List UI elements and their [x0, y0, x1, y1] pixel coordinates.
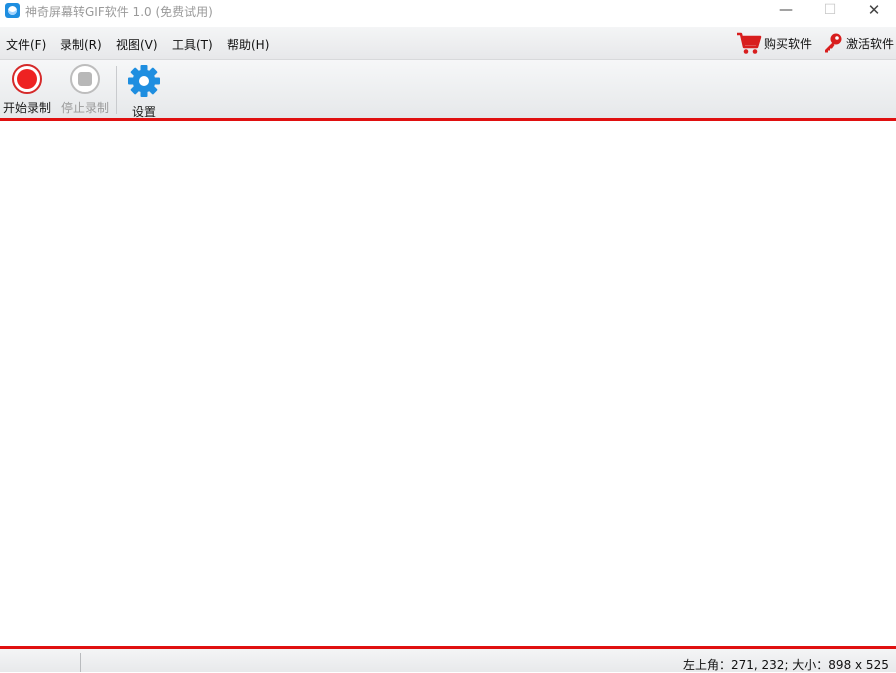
- activate-software-button[interactable]: 激活软件: [822, 31, 894, 55]
- cart-icon: [737, 32, 762, 54]
- window-title: 神奇屏幕转GIF软件 1.0 (免费试用): [25, 5, 213, 19]
- title-bar: 神奇屏幕转GIF软件 1.0 (免费试用) — ☐ ✕: [0, 0, 896, 22]
- menu-record[interactable]: 录制(R): [60, 36, 102, 53]
- minimize-button[interactable]: —: [764, 0, 808, 22]
- activate-software-label: 激活软件: [846, 36, 895, 51]
- toolbar: 开始录制 停止录制 设置: [0, 60, 896, 120]
- buy-software-button[interactable]: 购买软件: [736, 31, 812, 55]
- capture-area[interactable]: [0, 121, 896, 647]
- status-divider: [80, 653, 81, 672]
- menu-view[interactable]: 视图(V): [116, 36, 158, 53]
- gear-icon: [128, 65, 160, 97]
- capture-region-status: 左上角：271, 232; 大小：898 x 525: [683, 658, 889, 672]
- toolbar-divider: [116, 66, 117, 114]
- menu-tools[interactable]: 工具(T): [172, 36, 213, 53]
- menu-file[interactable]: 文件(F): [6, 36, 46, 53]
- app-icon: [5, 3, 20, 18]
- start-recording-button[interactable]: 开始录制: [2, 64, 52, 116]
- menu-help[interactable]: 帮助(H): [227, 36, 269, 53]
- start-recording-label: 开始录制: [2, 101, 51, 115]
- buy-software-label: 购买软件: [764, 36, 813, 51]
- stop-icon: [70, 64, 100, 94]
- key-icon: [825, 33, 842, 53]
- stop-recording-button[interactable]: 停止录制: [58, 64, 112, 116]
- record-icon: [12, 64, 42, 94]
- settings-button[interactable]: 设置: [124, 64, 164, 120]
- maximize-button[interactable]: ☐: [808, 0, 852, 22]
- status-bar: 左上角：271, 232; 大小：898 x 525: [0, 649, 896, 672]
- stop-recording-label: 停止录制: [60, 101, 109, 115]
- close-button[interactable]: ✕: [852, 0, 896, 22]
- menu-bar: 文件(F) 录制(R) 视图(V) 工具(T) 帮助(H) 购买软件 激活软件: [0, 27, 896, 60]
